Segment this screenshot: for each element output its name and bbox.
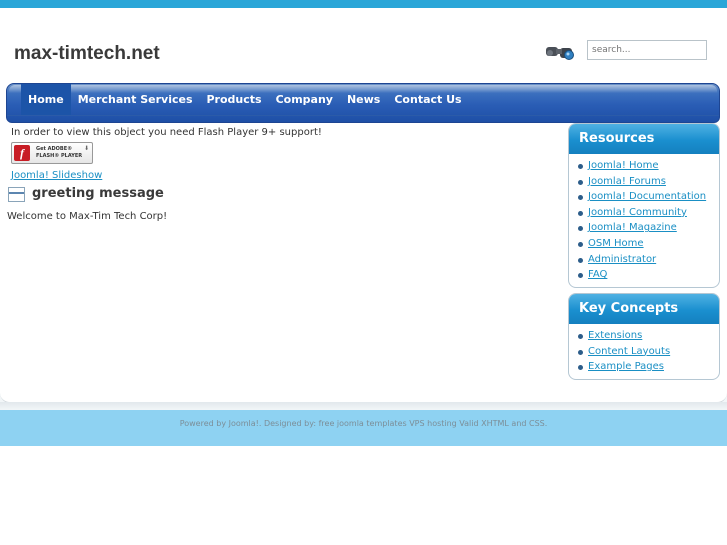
resources-list: Joomla! Home Joomla! Forums Joomla! Docu… — [569, 154, 719, 287]
bullet-dot-icon — [578, 365, 583, 371]
key-concepts-module: Key Concepts Extensions Content Layouts … — [568, 293, 720, 380]
key-concepts-header: Key Concepts — [569, 294, 719, 324]
resource-link-joomla-forums[interactable]: Joomla! Forums — [588, 176, 666, 187]
get-flash-player-button[interactable]: f Get ADOBE® FLASH® PLAYER ⬇ — [11, 142, 93, 164]
article-icon — [8, 187, 25, 202]
resource-link-faq[interactable]: FAQ — [588, 269, 607, 280]
resource-link-joomla-home[interactable]: Joomla! Home — [588, 160, 659, 171]
greeting-title: greeting message — [32, 186, 164, 201]
welcome-text: Welcome to Max-Tim Tech Corp! — [7, 211, 168, 222]
nav-item-merchant-services[interactable]: Merchant Services — [71, 84, 200, 115]
download-arrow-icon: ⬇ — [83, 145, 89, 152]
bullet-dot-icon — [578, 210, 583, 216]
flash-badge-line1: Get ADOBE® — [36, 146, 73, 152]
key-concepts-title: Key Concepts — [579, 301, 679, 316]
list-item: Administrator — [569, 252, 719, 268]
concept-link-extensions[interactable]: Extensions — [588, 330, 642, 341]
resource-link-joomla-documentation[interactable]: Joomla! Documentation — [588, 191, 706, 202]
list-item: Joomla! Documentation — [569, 189, 719, 205]
list-item: Joomla! Forums — [569, 174, 719, 190]
nav-item-news[interactable]: News — [340, 84, 387, 115]
search-input[interactable] — [587, 40, 707, 60]
resource-link-joomla-magazine[interactable]: Joomla! Magazine — [588, 222, 677, 233]
resources-module: Resources Joomla! Home Joomla! Forums Jo… — [568, 123, 720, 288]
page-wrapper: max-timtech.net Home Merchant Services P… — [0, 8, 727, 410]
list-item: Example Pages — [569, 359, 719, 375]
resource-link-joomla-community[interactable]: Joomla! Community — [588, 207, 687, 218]
bullet-dot-icon — [578, 349, 583, 355]
top-accent-bar — [0, 0, 727, 8]
page-frame: max-timtech.net Home Merchant Services P… — [0, 8, 727, 403]
resource-link-osm-home[interactable]: OSM Home — [588, 238, 644, 249]
key-concepts-list: Extensions Content Layouts Example Pages — [569, 324, 719, 379]
bullet-dot-icon — [578, 164, 583, 169]
resource-link-administrator[interactable]: Administrator — [588, 254, 656, 265]
flash-badge-line2: FLASH® PLAYER — [36, 153, 83, 159]
concept-link-content-layouts[interactable]: Content Layouts — [588, 346, 670, 357]
list-item: Extensions — [569, 328, 719, 344]
slideshow-link[interactable]: Joomla! Slideshow — [11, 170, 102, 181]
bullet-dot-icon — [578, 257, 583, 263]
footer: Powered by Joomla!. Designed by: free jo… — [0, 410, 727, 446]
list-item: Joomla! Community — [569, 205, 719, 221]
nav-item-contact-us[interactable]: Contact Us — [387, 84, 468, 115]
nav-items: Home Merchant Services Products Company … — [21, 84, 469, 115]
nav-item-products[interactable]: Products — [200, 84, 269, 115]
nav-item-company[interactable]: Company — [269, 84, 340, 115]
bullet-dot-icon — [578, 226, 583, 232]
site-title[interactable]: max-timtech.net — [14, 43, 160, 65]
bullet-dot-icon — [578, 334, 583, 339]
main-navigation: Home Merchant Services Products Company … — [6, 83, 720, 123]
binoculars-icon[interactable] — [545, 42, 575, 62]
resources-header: Resources — [569, 124, 719, 154]
list-item: OSM Home — [569, 236, 719, 252]
nav-divider — [7, 115, 719, 116]
flash-logo-icon: f — [14, 145, 30, 161]
content-shadow — [0, 402, 727, 410]
bullet-dot-icon — [578, 241, 583, 247]
list-item: FAQ — [569, 267, 719, 283]
bullet-dot-icon — [578, 195, 583, 201]
flash-notice: In order to view this object you need Fl… — [11, 127, 322, 138]
bullet-dot-icon — [578, 179, 583, 185]
bullet-dot-icon — [578, 273, 583, 279]
concept-link-example-pages[interactable]: Example Pages — [588, 361, 664, 372]
resources-title: Resources — [579, 131, 655, 146]
footer-credits: Powered by Joomla!. Designed by: free jo… — [179, 419, 548, 428]
list-item: Content Layouts — [569, 344, 719, 360]
nav-item-home[interactable]: Home — [21, 84, 71, 115]
list-item: Joomla! Magazine — [569, 220, 719, 236]
list-item: Joomla! Home — [569, 158, 719, 174]
